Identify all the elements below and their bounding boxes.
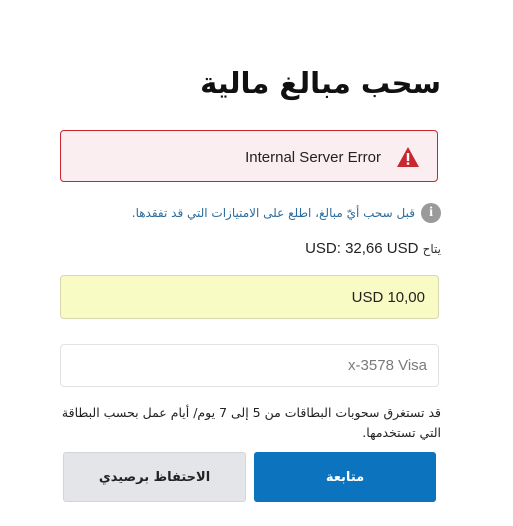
processing-time-note: قد تستغرق سحوبات البطاقات من 5 إلى 7 يوم… — [61, 405, 441, 440]
warning-triangle-icon — [397, 147, 419, 167]
benefits-link[interactable]: قبل سحب أيّ مبالغ، اطلع على الامتيازات ا… — [132, 206, 415, 220]
amount-input[interactable]: 10,00 USD — [60, 275, 439, 319]
available-balance: يتاح USD: 32,66 USD — [305, 240, 441, 257]
continue-button[interactable]: متابعة — [254, 452, 436, 502]
page-title: سحب مبالغ مالية — [200, 66, 441, 100]
info-notice: i قبل سحب أيّ مبالغ، اطلع على الامتيازات… — [132, 202, 441, 224]
available-value: USD: 32,66 USD — [305, 240, 419, 257]
available-label: يتاح — [422, 242, 441, 256]
error-alert: Internal Server Error — [60, 130, 438, 182]
keep-balance-button[interactable]: الاحتفاظ برصيدي — [63, 452, 246, 502]
info-icon: i — [421, 203, 441, 223]
card-select[interactable]: x-3578 Visa — [60, 344, 439, 387]
error-message: Internal Server Error — [245, 149, 381, 166]
